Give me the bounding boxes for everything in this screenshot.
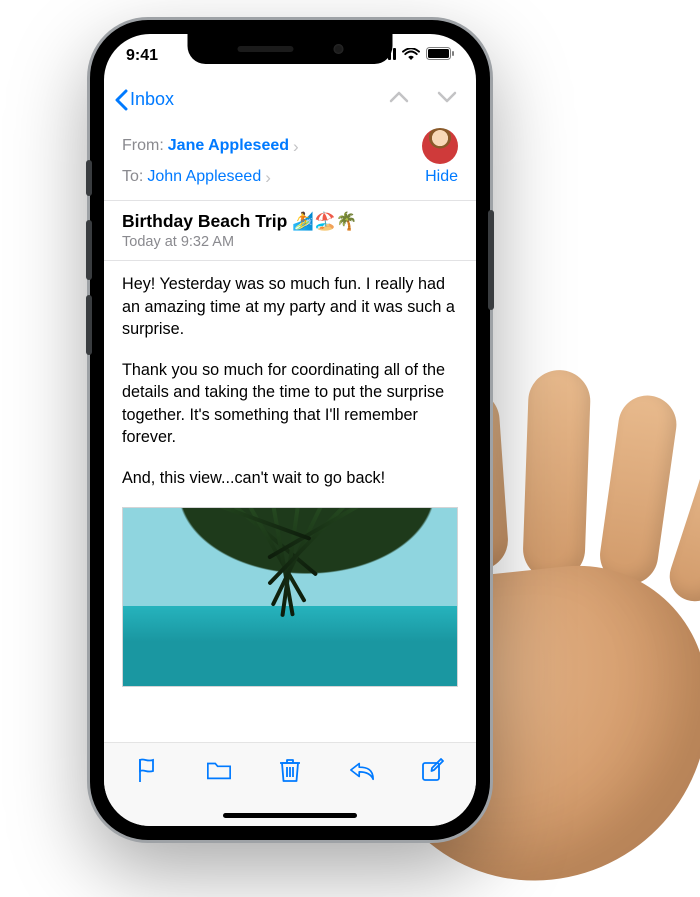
back-button[interactable]: Inbox <box>114 89 174 111</box>
reply-button[interactable] <box>349 757 375 783</box>
from-contact[interactable]: Jane Appleseed <box>168 133 289 159</box>
paragraph: And, this view...can't wait to go back! <box>122 467 458 490</box>
flag-button[interactable] <box>134 757 160 783</box>
mail-date: Today at 9:32 AM <box>122 234 458 250</box>
mail-header: From: Jane Appleseed › To: John Applesee… <box>104 122 476 201</box>
back-label: Inbox <box>130 89 174 110</box>
iphone-frame: 9:41 Inbox <box>90 20 490 840</box>
delete-button[interactable] <box>277 757 303 783</box>
disclosure-icon: › <box>293 138 299 155</box>
hide-details-button[interactable]: Hide <box>425 164 458 190</box>
contact-avatar[interactable] <box>422 128 458 164</box>
wifi-icon <box>402 47 420 65</box>
home-indicator[interactable] <box>223 813 357 818</box>
paragraph: Thank you so much for coordinating all o… <box>122 359 458 449</box>
attached-photo[interactable] <box>122 507 458 687</box>
subject-emoji: 🏄🏖️🌴 <box>292 211 357 231</box>
notch <box>188 34 393 64</box>
status-time: 9:41 <box>126 47 158 65</box>
mail-content[interactable]: From: Jane Appleseed › To: John Applesee… <box>104 122 476 742</box>
nav-bar: Inbox <box>104 78 476 122</box>
subject-text: Birthday Beach Trip <box>122 211 287 231</box>
battery-icon <box>426 47 454 65</box>
to-label: To: <box>122 164 143 190</box>
compose-button[interactable] <box>420 757 446 783</box>
subject-block: Birthday Beach Trip 🏄🏖️🌴 Today at 9:32 A… <box>104 201 476 261</box>
mail-body: Hey! Yesterday was so much fun. I really… <box>104 261 476 489</box>
to-contact[interactable]: John Appleseed <box>147 164 261 190</box>
paragraph: Hey! Yesterday was so much fun. I really… <box>122 273 458 341</box>
next-message-button[interactable] <box>436 90 458 109</box>
disclosure-icon: › <box>265 169 271 186</box>
chevron-left-icon <box>114 89 128 111</box>
prev-message-button[interactable] <box>388 90 410 109</box>
move-button[interactable] <box>206 757 232 783</box>
from-label: From: <box>122 133 164 159</box>
